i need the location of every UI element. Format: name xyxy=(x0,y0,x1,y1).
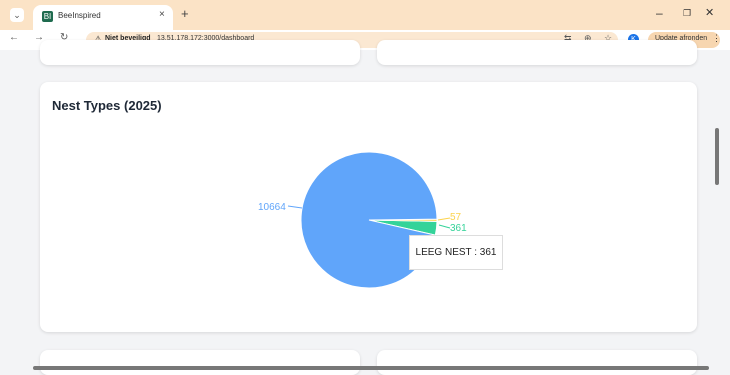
tab-close-icon[interactable]: × xyxy=(159,9,165,20)
leader-line xyxy=(437,217,451,221)
restore-icon[interactable]: ❐ xyxy=(683,8,691,19)
card-bottom-left xyxy=(40,350,360,375)
tab-title: BeeInspired xyxy=(58,11,101,20)
leader-line xyxy=(287,205,303,209)
browser-tab-strip: ⌄ BI BeeInspired × + – ❐ ✕ xyxy=(0,0,730,30)
window-close-icon[interactable]: ✕ xyxy=(705,6,714,19)
slice-value-label: 57 xyxy=(450,212,462,223)
new-tab-button[interactable]: + xyxy=(181,6,189,21)
slice-value-label: 361 xyxy=(450,223,467,234)
pie-chart: 10664 57361 xyxy=(258,151,467,289)
card-top-left xyxy=(40,40,360,65)
nest-types-card: Nest Types (2025) 10664 57 361 LEEG NEST :… xyxy=(40,82,697,332)
vertical-scroll-thumb[interactable] xyxy=(715,128,719,185)
card-bottom-right xyxy=(377,350,697,375)
tab-search-icon[interactable]: ⌄ xyxy=(10,8,24,22)
back-icon[interactable]: ← xyxy=(9,32,19,43)
site-favicon-icon: BI xyxy=(42,11,53,22)
chart-tooltip: LEEG NEST : 361 xyxy=(409,235,503,270)
card-top-right xyxy=(377,40,697,65)
vertical-scrollbar[interactable] xyxy=(712,50,730,360)
horizontal-scroll-thumb[interactable] xyxy=(33,366,709,370)
minimize-icon[interactable]: – xyxy=(656,6,663,20)
browser-tab[interactable]: BI BeeInspired × xyxy=(33,5,173,30)
slice-value-label: 10664 xyxy=(258,202,286,213)
more-menu-icon[interactable]: ⋮ xyxy=(712,33,721,44)
leader-line xyxy=(438,224,451,229)
